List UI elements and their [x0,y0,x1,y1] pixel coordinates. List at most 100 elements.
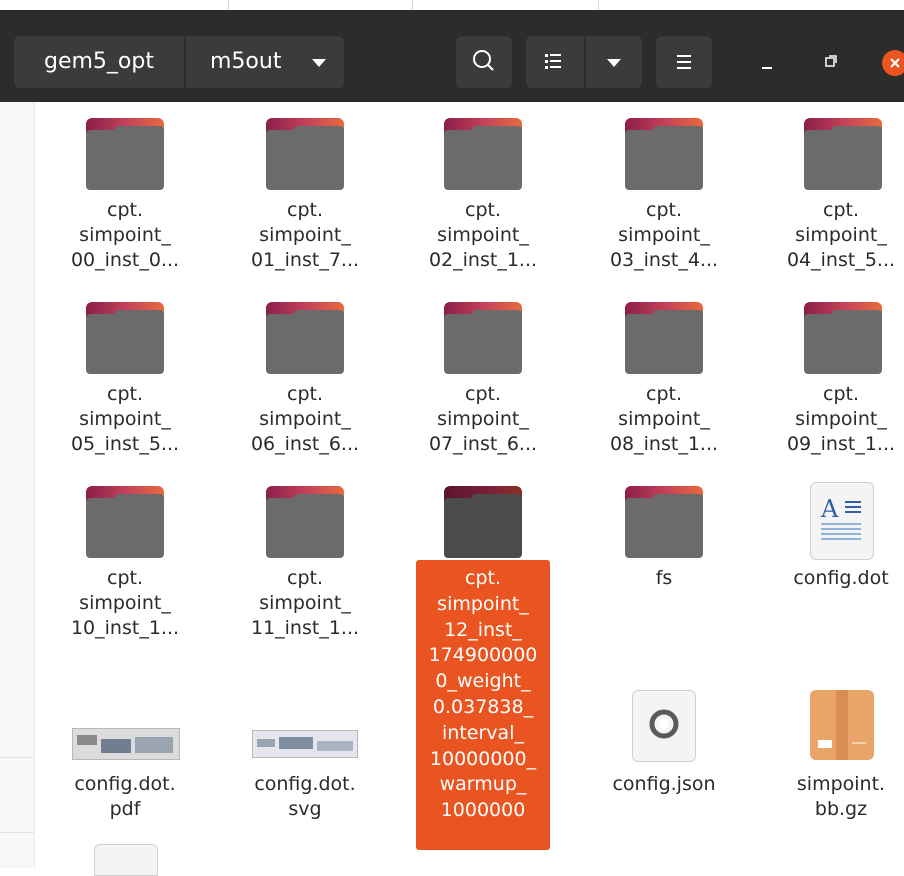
file-item[interactable]: cpt. simpoint_ 08_inst_1... [589,382,739,457]
file-name-line: cpt. [465,567,501,589]
file-item[interactable]: cpt. simpoint_ 04_inst_5... [766,198,904,273]
file-name-line: cpt. [287,199,323,221]
file-name-line: simpoint_ [259,592,351,614]
file-name-line: interval_ [442,721,524,744]
close-icon [882,50,904,76]
file-name-line: simpoint_ [618,408,710,430]
file-name-line: config.dot. [254,773,356,795]
file-item[interactable]: config.dot. pdf [50,772,200,822]
file-name-line: fs [655,567,673,589]
folder-icon [86,302,164,374]
file-item[interactable]: cpt. simpoint_ 10_inst_1... [50,566,200,641]
folder-icon [266,118,344,190]
file-name-line: 12_inst_ [444,618,522,641]
file-item[interactable]: config.json [589,772,739,797]
folder-icon [625,302,703,374]
file-item[interactable]: cpt. simpoint_ 11_inst_1... [230,566,380,641]
file-item[interactable]: fs [589,566,739,591]
file-name-line: cpt. [465,199,501,221]
file-name-line: simpoint_ [79,224,171,246]
file-name-line: cpt. [823,199,859,221]
file-name-line: simpoint_ [437,592,529,615]
file-item[interactable]: cpt. simpoint_ 02_inst_1... [408,198,558,273]
svg-text:A: A [820,495,839,523]
file-name-line: simpoint. [796,773,886,795]
breadcrumb-gem5-opt[interactable]: gem5_opt [14,36,184,88]
file-name-line: pdf [109,798,141,820]
file-name-line: simpoint_ [79,592,171,614]
header-bar: gem5_opt m5out [0,10,904,102]
view-menu-button[interactable] [586,36,642,88]
minimize-button[interactable] [750,48,786,76]
file-name-line: cpt. [465,383,501,405]
file-item-selected[interactable]: cpt. simpoint_ 12_inst_ 174900000 0_weig… [416,560,550,850]
file-item[interactable]: config.dot [766,566,904,591]
file-name-line: cpt. [646,383,682,405]
folder-icon [444,302,522,374]
file-name-line: cpt. [107,383,143,405]
file-view: cpt. simpoint_ 00_inst_0... cpt. simpoin… [0,102,904,876]
breadcrumb-m5out-label: m5out [210,49,282,74]
file-name-line: 08_inst_1... [609,433,719,455]
file-item[interactable]: cpt. simpoint_ 00_inst_0... [50,198,200,273]
restore-button[interactable] [812,48,848,76]
list-view-button[interactable] [526,36,584,88]
pdf-thumbnail-icon [72,728,180,760]
file-name-line: svg [288,798,322,820]
text-file-icon: A [810,482,874,560]
file-name-line: 07_inst_6... [428,433,538,455]
file-name-line: simpoint_ [79,408,171,430]
divider [412,0,413,10]
file-name-line: 0.037838_ [432,695,534,718]
breadcrumb: gem5_opt m5out [14,36,344,88]
file-name-line: cpt. [287,567,323,589]
main-menu-button[interactable] [656,36,712,88]
file-name-line: config.dot [793,567,889,589]
sidebar-divider [0,832,34,833]
list-view-icon [545,54,561,69]
file-name-line: 10_inst_1... [70,617,180,639]
file-icon [94,844,158,876]
file-item[interactable]: cpt. simpoint_ 07_inst_6... [408,382,558,457]
svg-thumbnail-icon [252,730,358,758]
divider [598,0,599,10]
file-name-line: 03_inst_4... [609,249,719,271]
file-name-line: 02_inst_1... [428,249,538,271]
file-name-line: simpoint_ [259,408,351,430]
divider [228,0,229,10]
file-name-line: 01_inst_7... [250,249,360,271]
file-item[interactable]: cpt. simpoint_ 06_inst_6... [230,382,380,457]
file-name-line: cpt. [287,383,323,405]
file-name-line: cpt. [107,567,143,589]
folder-icon [625,118,703,190]
file-name-line: simpoint_ [795,408,887,430]
close-button[interactable] [878,48,904,78]
file-item[interactable]: simpoint. bb.gz [766,772,904,822]
file-name-line: simpoint_ [259,224,351,246]
search-button[interactable] [456,36,512,88]
folder-icon [86,486,164,558]
chevron-down-icon [312,59,326,67]
file-item[interactable]: cpt. simpoint_ 03_inst_4... [589,198,739,273]
folder-icon [625,486,703,558]
file-item[interactable]: cpt. simpoint_ 01_inst_7... [230,198,380,273]
file-item[interactable]: cpt. simpoint_ 09_inst_1... [766,382,904,457]
folder-icon [266,486,344,558]
restore-icon [825,55,837,67]
file-name-line: 174900000 [428,644,538,667]
breadcrumb-m5out[interactable]: m5out [186,36,344,88]
background-window-strip [0,0,904,10]
sidebar-edge [0,102,35,868]
file-name-line: 1000000 [440,799,526,822]
json-file-icon [632,690,696,762]
file-name-line: simpoint_ [437,224,529,246]
file-item[interactable]: cpt. simpoint_ 05_inst_5... [50,382,200,457]
menu-icon [677,55,691,69]
file-name-line: cpt. [823,383,859,405]
archive-file-icon [810,690,874,760]
file-item[interactable]: config.dot. svg [230,772,380,822]
file-name-line: 06_inst_6... [250,433,360,455]
file-name-line: bb.gz [814,798,868,820]
file-name-line: cpt. [107,199,143,221]
folder-icon [804,118,882,190]
